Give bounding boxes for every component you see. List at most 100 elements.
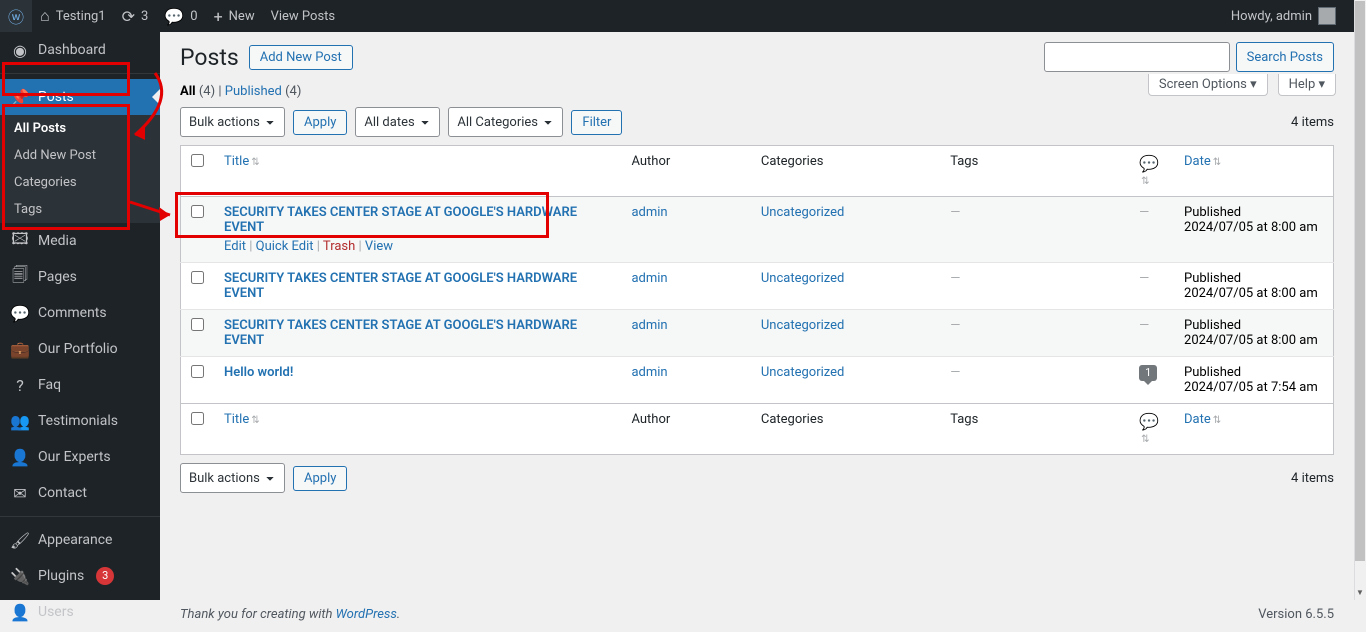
comments-link[interactable]: 💬0 <box>156 0 205 32</box>
column-comments[interactable]: 💬⇅ <box>1129 404 1174 455</box>
filter-all[interactable]: All <box>180 84 196 99</box>
category-link[interactable]: Uncategorized <box>761 318 844 333</box>
pages-icon: 🗐 <box>10 267 30 287</box>
sidebar-item-experts[interactable]: 👤Our Experts <box>0 439 160 475</box>
sidebar-item-pages[interactable]: 🗐Pages <box>0 259 160 295</box>
author-link[interactable]: admin <box>631 205 667 220</box>
date-filter-select[interactable]: All dates <box>355 107 440 137</box>
submenu-categories[interactable]: Categories <box>0 169 160 196</box>
table-row: SECURITY TAKES CENTER STAGE AT GOOGLE'S … <box>181 197 1334 263</box>
admin-sidebar: ◉Dashboard 📌Posts All Posts Add New Post… <box>0 32 160 600</box>
admin-bar: ⓦ ⌂Testing1 ⟳3 💬0 +New View Posts Howdy,… <box>0 0 1354 32</box>
account-menu[interactable]: Howdy, admin <box>1223 0 1344 32</box>
comment-count-badge[interactable]: 1 <box>1139 365 1157 381</box>
sidebar-item-appearance[interactable]: 🖌Appearance <box>0 522 160 558</box>
media-icon: 🖾 <box>10 231 30 251</box>
post-title-link[interactable]: SECURITY TAKES CENTER STAGE AT GOOGLE'S … <box>224 271 577 301</box>
tags-cell: — <box>950 318 960 333</box>
search-input[interactable] <box>1044 42 1230 72</box>
sidebar-item-posts[interactable]: 📌Posts <box>0 79 160 115</box>
column-author[interactable]: Author <box>621 404 750 455</box>
edit-link[interactable]: Edit <box>224 239 246 254</box>
column-date[interactable]: Date⇅ <box>1174 146 1333 197</box>
add-new-post-button[interactable]: Add New Post <box>249 45 353 70</box>
filter-button[interactable]: Filter <box>571 110 622 135</box>
view-link[interactable]: View <box>365 239 393 254</box>
category-link[interactable]: Uncategorized <box>761 271 844 286</box>
trash-link[interactable]: Trash <box>323 239 355 254</box>
sidebar-item-portfolio[interactable]: 💼Our Portfolio <box>0 331 160 367</box>
select-all-checkbox-bottom[interactable] <box>191 412 204 425</box>
column-title[interactable]: Title⇅ <box>214 146 621 197</box>
vertical-scrollbar[interactable]: ▲ ▼ <box>1354 0 1366 600</box>
footer-thanks: Thank you for creating with WordPress. <box>180 607 400 622</box>
post-status: Published <box>1184 318 1241 333</box>
plugin-icon: 🔌 <box>10 566 30 586</box>
column-author[interactable]: Author <box>621 146 750 197</box>
author-link[interactable]: admin <box>631 365 667 380</box>
row-checkbox[interactable] <box>191 205 204 218</box>
experts-icon: 👤 <box>10 447 30 467</box>
column-tags[interactable]: Tags <box>940 146 1129 197</box>
column-title[interactable]: Title⇅ <box>214 404 621 455</box>
sidebar-item-media[interactable]: 🖾Media <box>0 223 160 259</box>
row-checkbox[interactable] <box>191 271 204 284</box>
category-link[interactable]: Uncategorized <box>761 365 844 380</box>
menu-separator <box>0 73 160 74</box>
screen-options-button[interactable]: Screen Options ▾ <box>1148 74 1268 96</box>
sort-icon: ⇅ <box>1141 434 1149 445</box>
comment-icon: 💬 <box>1139 412 1159 431</box>
sidebar-item-comments[interactable]: 💬Comments <box>0 295 160 331</box>
post-title-link[interactable]: SECURITY TAKES CENTER STAGE AT GOOGLE'S … <box>224 205 577 235</box>
select-all-checkbox[interactable] <box>191 154 204 167</box>
apply-bulk-button-bottom[interactable]: Apply <box>293 466 347 491</box>
category-link[interactable]: Uncategorized <box>761 205 844 220</box>
post-date: 2024/07/05 at 8:00 am <box>1184 333 1318 348</box>
submenu-add-new[interactable]: Add New Post <box>0 142 160 169</box>
post-title-link[interactable]: SECURITY TAKES CENTER STAGE AT GOOGLE'S … <box>224 318 577 348</box>
post-title-link[interactable]: Hello world! <box>224 365 293 380</box>
admin-footer: Thank you for creating with WordPress. V… <box>160 597 1354 632</box>
row-actions: Edit | Quick Edit | Trash | View <box>224 239 611 254</box>
row-checkbox[interactable] <box>191 365 204 378</box>
column-tags[interactable]: Tags <box>940 404 1129 455</box>
sidebar-item-testimonials[interactable]: 👥Testimonials <box>0 403 160 439</box>
bulk-actions-select-bottom[interactable]: Bulk actions <box>180 463 285 493</box>
wp-logo[interactable]: ⓦ <box>0 0 32 32</box>
row-checkbox[interactable] <box>191 318 204 331</box>
category-filter-select[interactable]: All Categories <box>448 107 563 137</box>
comment-icon: 💬 <box>1139 154 1159 173</box>
column-date[interactable]: Date⇅ <box>1174 404 1333 455</box>
scroll-thumb[interactable] <box>1355 1 1365 561</box>
sidebar-item-faq[interactable]: ?Faq <box>0 367 160 403</box>
tags-cell: — <box>950 205 960 220</box>
updates-count: 3 <box>141 9 148 24</box>
bulk-actions-select[interactable]: Bulk actions <box>180 107 285 137</box>
column-comments[interactable]: 💬⇅ <box>1129 146 1174 197</box>
sidebar-label: Posts <box>38 89 74 105</box>
site-name-link[interactable]: ⌂Testing1 <box>32 0 114 32</box>
author-link[interactable]: admin <box>631 271 667 286</box>
version-text: Version 6.5.5 <box>1258 607 1334 622</box>
updates-link[interactable]: ⟳3 <box>114 0 157 32</box>
column-categories[interactable]: Categories <box>751 404 940 455</box>
quick-edit-link[interactable]: Quick Edit <box>256 239 314 254</box>
filter-published[interactable]: Published <box>225 84 282 99</box>
search-box: Search Posts <box>1044 42 1334 72</box>
sidebar-item-plugins[interactable]: 🔌Plugins3 <box>0 558 160 594</box>
column-categories[interactable]: Categories <box>751 146 940 197</box>
sidebar-item-dashboard[interactable]: ◉Dashboard <box>0 32 160 68</box>
search-posts-button[interactable]: Search Posts <box>1236 42 1334 72</box>
submenu-tags[interactable]: Tags <box>0 196 160 223</box>
view-posts-link[interactable]: View Posts <box>263 0 344 32</box>
help-button[interactable]: Help ▾ <box>1278 74 1336 96</box>
submenu-all-posts[interactable]: All Posts <box>0 115 160 142</box>
wordpress-link[interactable]: WordPress <box>336 607 397 622</box>
scroll-down-icon[interactable]: ▼ <box>1354 588 1366 600</box>
post-status: Published <box>1184 365 1241 380</box>
item-count: 4 items <box>1291 115 1334 130</box>
apply-bulk-button[interactable]: Apply <box>293 110 347 135</box>
new-content-link[interactable]: +New <box>206 0 263 32</box>
author-link[interactable]: admin <box>631 318 667 333</box>
sidebar-item-contact[interactable]: ✉Contact <box>0 475 160 511</box>
